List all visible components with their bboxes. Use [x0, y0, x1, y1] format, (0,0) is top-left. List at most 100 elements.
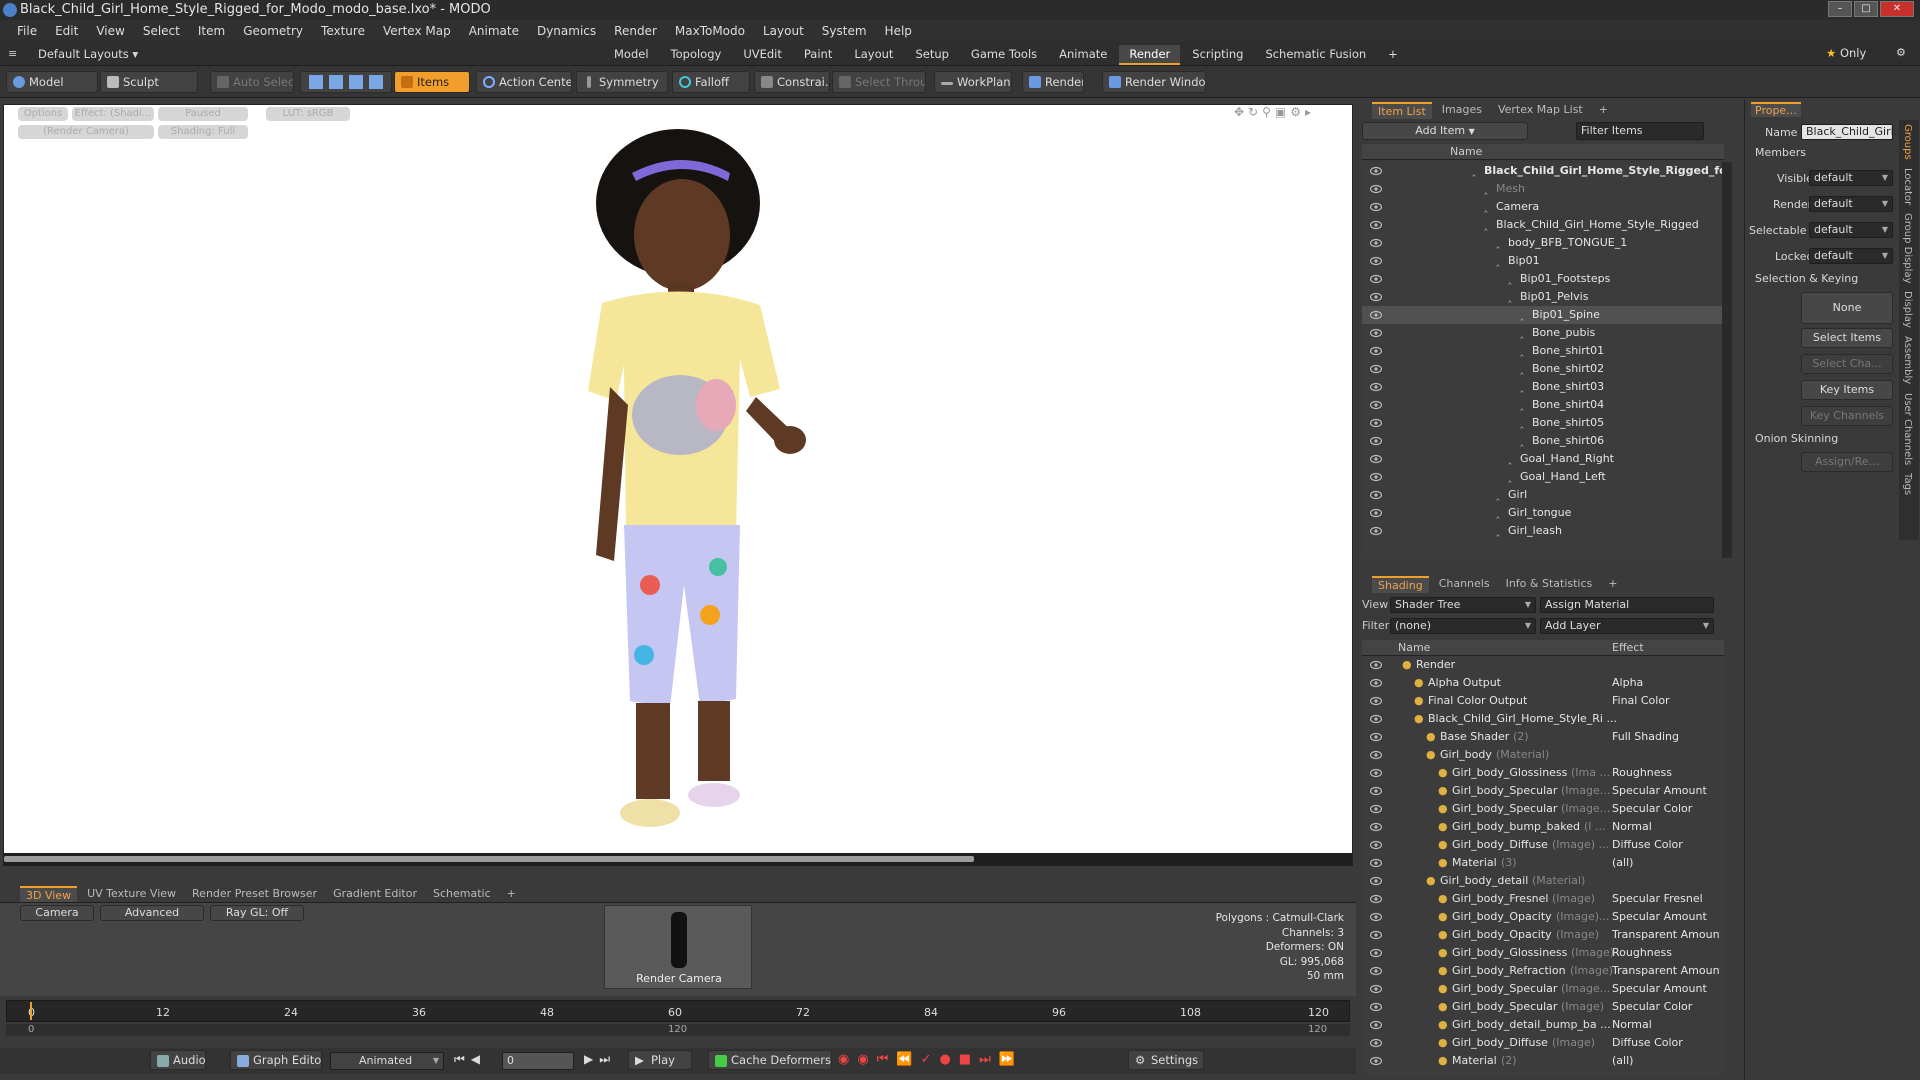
visibility-eye-icon[interactable] [1370, 166, 1382, 176]
visibility-eye-icon[interactable] [1370, 714, 1382, 724]
shader-effect-dropdown[interactable]: Specular Amount [1612, 782, 1720, 800]
camera-view-panel[interactable]: Camera Advanced Ray GL: Off Render Camer… [0, 902, 1356, 996]
workplane-button[interactable]: WorkPlane [934, 71, 1012, 93]
item-list-row[interactable]: ‸ Bone_shirt03 [1362, 378, 1724, 396]
menu-select[interactable]: Select [134, 24, 189, 38]
tab-paint[interactable]: Paint [794, 45, 842, 65]
timeline[interactable]: 0 12 24 36 48 60 72 84 96 108 120 0 120 … [0, 998, 1356, 1038]
shader-tree-row[interactable]: ● Girl_body_Specular (Image... Specular Amo… [1362, 782, 1724, 800]
raygl-button[interactable]: Ray GL: Off [210, 905, 304, 921]
menu-render[interactable]: Render [605, 24, 666, 38]
side-tab-group-display[interactable]: Group Display [1899, 209, 1916, 287]
shader-effect-dropdown[interactable]: Roughness [1612, 764, 1720, 782]
visibility-eye-icon[interactable] [1370, 418, 1382, 428]
shader-tree-row[interactable]: ● Girl_body_Specular (Image... Specular Amo… [1362, 980, 1724, 998]
selectable-dropdown[interactable]: default ▼ [1809, 222, 1893, 238]
visibility-eye-icon[interactable] [1370, 274, 1382, 284]
tab-vertex-map-list[interactable]: Vertex Map List [1492, 102, 1589, 119]
tab-gradient-editor[interactable]: Gradient Editor [327, 886, 423, 903]
shader-tree-row[interactable]: ● Girl_body_Diffuse (Image) ... Diffuse Col… [1362, 836, 1724, 854]
filter-dropdown[interactable]: (none) ▼ [1390, 618, 1536, 634]
tab-shading[interactable]: Shading [1372, 576, 1429, 593]
members-section[interactable]: Members [1755, 146, 1806, 159]
shader-tree-row[interactable]: ● Material (3) (all) [1362, 854, 1724, 872]
item-list-row[interactable]: ‸ Bip01_Spine [1362, 306, 1724, 324]
item-list-row[interactable]: ‸ Bip01_Footsteps [1362, 270, 1724, 288]
shader-tree-row[interactable]: ● Girl_body_Diffuse (Image) Diffuse Color [1362, 1034, 1724, 1052]
side-tab-assembly[interactable]: Assembly [1899, 332, 1916, 388]
shader-effect-dropdown[interactable]: (all) [1612, 854, 1720, 872]
menu-vertex-map[interactable]: Vertex Map [374, 24, 460, 38]
menu-view[interactable]: View [87, 24, 133, 38]
options-button[interactable]: Options [18, 107, 68, 121]
shader-tree-row[interactable]: ● Girl_body_Refraction (Image) Transparent … [1362, 962, 1724, 980]
shader-tree-row[interactable]: ● Girl_body_Glossiness (Ima ... Roughness [1362, 764, 1724, 782]
add-item-button[interactable]: Add Item ▼ [1362, 122, 1528, 140]
visibility-eye-icon[interactable] [1370, 696, 1382, 706]
shader-tree-row[interactable]: ● Black_Child_Girl_Home_Style_Ri ... [1362, 710, 1724, 728]
edges-icon[interactable] [329, 75, 343, 89]
tab-scripting[interactable]: Scripting [1182, 45, 1253, 65]
visibility-eye-icon[interactable] [1370, 930, 1382, 940]
item-name-field[interactable]: Black_Child_Girl... [1801, 124, 1904, 140]
visibility-eye-icon[interactable] [1370, 1056, 1382, 1066]
minimize-button[interactable]: – [1828, 1, 1852, 17]
viewport-scroll-track[interactable] [4, 853, 1352, 865]
jump-prev-controls[interactable]: ⏮◀ [454, 1052, 486, 1067]
menu-file[interactable]: File [8, 24, 46, 38]
auto-select-button[interactable]: Auto Select [210, 71, 294, 93]
paused-toggle[interactable]: Paused [158, 107, 248, 121]
item-list-row[interactable]: ‸ Girl_leash [1362, 522, 1724, 540]
view-dropdown[interactable]: Shader Tree ▼ [1390, 597, 1536, 613]
shader-tree-row[interactable]: ● Girl_body_Opacity (Image) Transparent Amo… [1362, 926, 1724, 944]
visibility-eye-icon[interactable] [1370, 292, 1382, 302]
symmetry-button[interactable]: Symmetry [576, 71, 668, 93]
shader-tree-row[interactable]: ● Girl_body_Specular (Image... Specular Col… [1362, 800, 1724, 818]
tab-model[interactable]: Model [604, 45, 659, 65]
visibility-eye-icon[interactable] [1370, 490, 1382, 500]
render-camera-dropdown[interactable]: (Render Camera) [18, 125, 154, 139]
add-tab-icon[interactable]: + [1378, 45, 1408, 65]
tab-uvedit[interactable]: UVEdit [733, 45, 792, 65]
graph-editor-button[interactable]: Graph Editor [230, 1050, 322, 1070]
item-list-row[interactable]: ‸ Girl_tongue [1362, 504, 1724, 522]
visibility-eye-icon[interactable] [1370, 1002, 1382, 1012]
audio-button[interactable]: Audio [150, 1050, 206, 1070]
menu-layout[interactable]: Layout [754, 24, 813, 38]
visibility-eye-icon[interactable] [1370, 894, 1382, 904]
item-list-row[interactable]: ‸ Black_Child_Girl_Home_Style_Rigged [1362, 216, 1724, 234]
visibility-eye-icon[interactable] [1370, 526, 1382, 536]
record-controls[interactable]: ◉◉⏮⏪✓●■⏭⏩ [838, 1052, 1023, 1067]
visibility-eye-icon[interactable] [1370, 310, 1382, 320]
default-layouts-dropdown[interactable]: Default Layouts ▾ [38, 47, 138, 61]
shader-tree-row[interactable]: ● Girl_body_Fresnel (Image) Specular Fresne… [1362, 890, 1724, 908]
tab-uv-texture-view[interactable]: UV Texture View [81, 886, 182, 903]
shader-tree-row[interactable]: ● Girl_body_Glossiness (Image) Roughness [1362, 944, 1724, 962]
tab-schematic-fusion[interactable]: Schematic Fusion [1255, 45, 1376, 65]
item-list-row[interactable]: ‸ Bone_shirt02 [1362, 360, 1724, 378]
render-button[interactable]: Render [1022, 71, 1084, 93]
item-list-row[interactable]: ‸ Mesh [1362, 180, 1724, 198]
select-channels-button[interactable]: Select Cha... [1801, 354, 1893, 374]
lut-dropdown[interactable]: LUT: sRGB [266, 107, 350, 121]
shader-effect-dropdown[interactable]: Diffuse Color [1612, 836, 1720, 854]
item-list-row[interactable]: ‸ body_BFB_TONGUE_1 [1362, 234, 1724, 252]
visibility-eye-icon[interactable] [1370, 786, 1382, 796]
render-dropdown[interactable]: default ▼ [1809, 196, 1893, 212]
menu-help[interactable]: Help [876, 24, 921, 38]
menu-edit[interactable]: Edit [46, 24, 87, 38]
visibility-eye-icon[interactable] [1370, 822, 1382, 832]
visibility-eye-icon[interactable] [1370, 1020, 1382, 1030]
layout-menu-icon[interactable]: ≡ [8, 47, 17, 60]
visibility-eye-icon[interactable] [1370, 220, 1382, 230]
shader-effect-dropdown[interactable]: Specular Color [1612, 998, 1720, 1016]
tab-images[interactable]: Images [1436, 102, 1488, 119]
visibility-eye-icon[interactable] [1370, 328, 1382, 338]
tab-topology[interactable]: Topology [661, 45, 732, 65]
gear-icon[interactable]: ⚙ [1896, 46, 1906, 59]
model-mode-button[interactable]: Model [6, 71, 98, 93]
item-list-row[interactable]: ‸ Bone_shirt04 [1362, 396, 1724, 414]
visibility-eye-icon[interactable] [1370, 678, 1382, 688]
selection-mode-group[interactable] [300, 71, 392, 93]
add-panel-tab-icon[interactable]: + [501, 886, 522, 903]
